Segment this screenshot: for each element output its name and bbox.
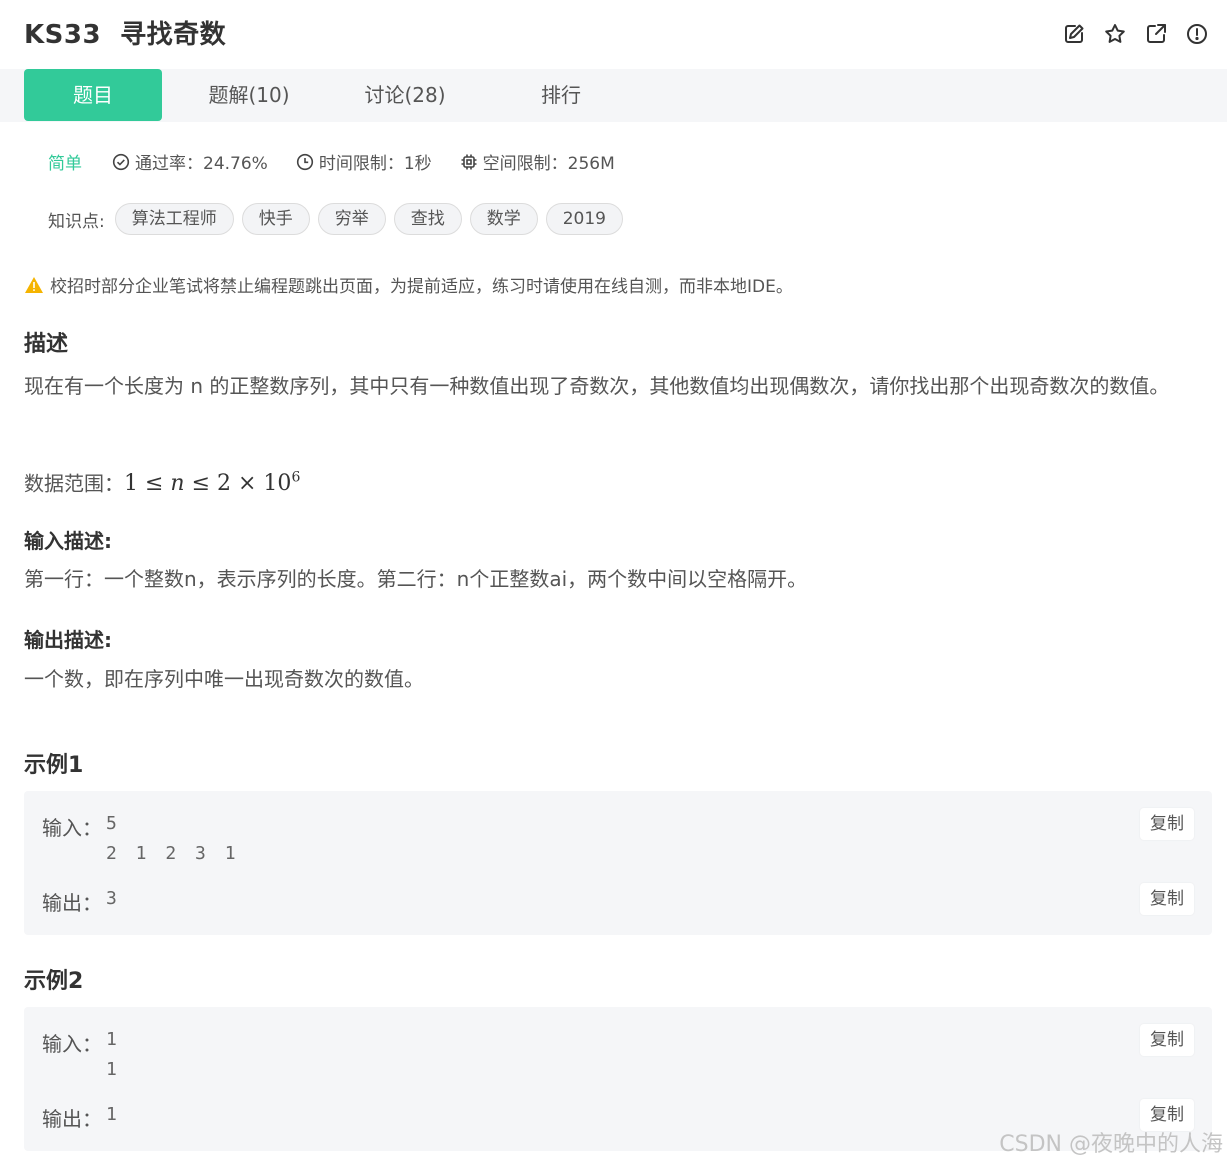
input-label: 输入： [42,1032,102,1056]
pass-rate-text: 通过率：24.76% [135,154,268,174]
report-icon[interactable] [1185,22,1209,46]
output-value: 3 [106,888,121,909]
tab-solutions[interactable]: 题解(10) [182,69,316,121]
clock-icon [296,153,313,170]
time-limit-text: 时间限制：1秒 [318,154,432,174]
page-title: KS33 寻找奇数 [24,20,227,50]
output-desc-text: 一个数，即在序列中唯一出现奇数次的数值。 [24,667,424,691]
example-heading: 示例1 [24,753,84,778]
input-line: 2 1 2 3 1 [106,843,240,864]
copy-input-button[interactable]: 复制 [1140,1024,1194,1056]
external-link-icon[interactable] [1144,22,1168,46]
range-formula: 1 ≤ n ≤ 2 × 106 [124,470,301,497]
input-desc-heading: 输入描述: [24,529,112,553]
input-line: 1 [106,1029,121,1050]
example-heading: 示例2 [24,969,84,994]
problem-header: KS33 寻找奇数 [0,0,1227,70]
example-box: 输入： 5 2 1 2 3 1 输出： 3 复制 复制 [24,791,1212,935]
header-actions [1062,22,1209,46]
pass-rate: 通过率：24.76% [112,149,268,174]
tag[interactable]: 穷举 [317,203,386,235]
copy-input-button[interactable]: 复制 [1140,808,1194,840]
data-range: 数据范围：1 ≤ n ≤ 2 × 106 [24,462,300,500]
knowledge-tags: 知识点: 算法工程师 快手 穷举 查找 数学 2019 [48,203,631,235]
input-label: 输入： [42,816,102,840]
tab-discussion[interactable]: 讨论(28) [338,69,472,121]
check-circle-icon [112,153,130,170]
tab-ranking[interactable]: 排行 [494,69,628,121]
tab-bar: 题目 题解(10) 讨论(28) 排行 [0,69,1227,122]
problem-meta: 简单 通过率：24.76% 时间限制：1秒 空间限制：256M [48,149,643,174]
tag[interactable]: 算法工程师 [114,203,234,235]
tag[interactable]: 查找 [393,203,462,235]
tag[interactable]: 2019 [545,203,623,235]
difficulty-label: 简单 [48,154,82,174]
space-limit-text: 空间限制：256M [482,154,615,174]
input-line: 1 [106,1059,121,1080]
data-range-label: 数据范围： [24,471,124,496]
copy-output-button[interactable]: 复制 [1140,883,1194,915]
description-heading: 描述 [24,332,69,357]
input-line: 5 [106,813,121,834]
tag[interactable]: 快手 [241,203,310,235]
warning-text: 校招时部分企业笔试将禁止编程题跳出页面，为提前适应，练习时请使用在线自测，而非本… [50,277,793,297]
input-desc-text: 第一行：一个整数n，表示序列的长度。第二行：n个正整数ai，两个数中间以空格隔开… [24,567,808,591]
output-desc-heading: 输出描述: [24,628,112,652]
star-icon[interactable] [1103,22,1127,46]
csdn-watermark: CSDN @夜晚中的人海 [999,1132,1223,1157]
edit-icon[interactable] [1062,22,1086,46]
output-label: 输出： [42,891,102,915]
tag[interactable]: 数学 [469,203,538,235]
output-value: 1 [106,1104,121,1125]
warning-icon [25,276,43,293]
chip-icon [461,154,477,169]
space-limit: 空间限制：256M [460,149,615,174]
time-limit: 时间限制：1秒 [296,149,432,174]
output-label: 输出： [42,1107,102,1131]
knowledge-label: 知识点: [48,211,105,232]
tab-problem[interactable]: 题目 [24,69,162,121]
ide-warning: 校招时部分企业笔试将禁止编程题跳出页面，为提前适应，练习时请使用在线自测，而非本… [24,272,793,297]
description-text: 现在有一个长度为 n 的正整数序列，其中只有一种数值出现了奇数次，其他数值均出现… [24,374,1170,398]
